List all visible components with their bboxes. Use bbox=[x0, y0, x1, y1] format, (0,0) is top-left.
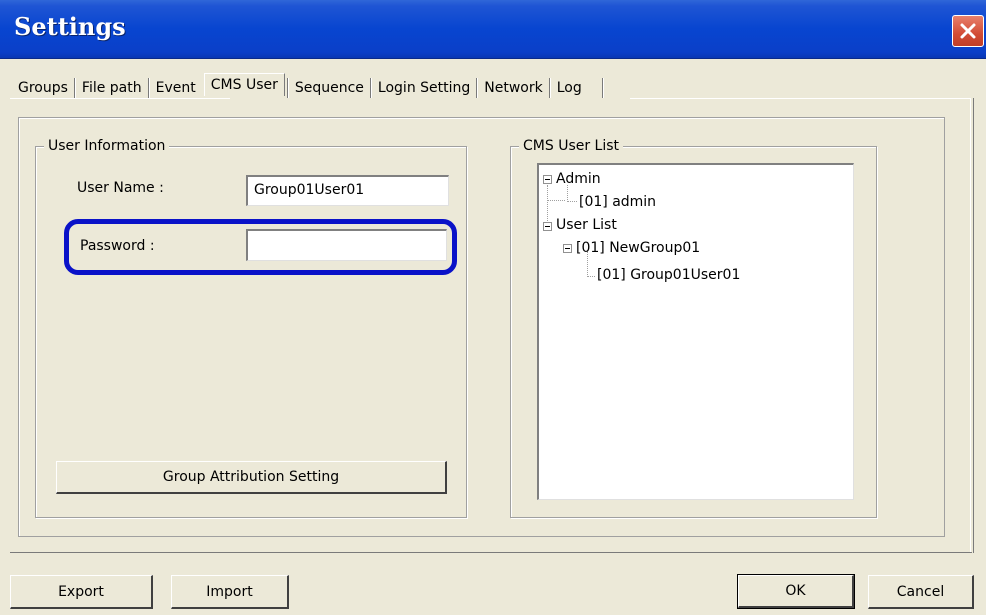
tab-groups[interactable]: Groups bbox=[12, 78, 74, 98]
import-button[interactable]: Import bbox=[171, 575, 289, 609]
tree-node-group01user01[interactable]: [01] Group01User01 bbox=[597, 266, 740, 284]
cancel-button[interactable]: Cancel bbox=[868, 575, 974, 609]
tree-node-user-list[interactable]: User List bbox=[556, 216, 617, 234]
group-attribution-setting-button[interactable]: Group Attribution Setting bbox=[56, 461, 447, 494]
collapse-icon[interactable] bbox=[563, 244, 572, 253]
tree-node-admin[interactable]: Admin bbox=[556, 170, 601, 188]
tab-file-path[interactable]: File path bbox=[76, 78, 148, 98]
tab-network[interactable]: Network bbox=[478, 78, 548, 98]
tab-divider-line bbox=[10, 98, 230, 99]
close-icon bbox=[959, 22, 977, 40]
cms-user-tree[interactable]: Admin [01] admin User List [01] NewGroup… bbox=[537, 163, 854, 500]
password-field[interactable] bbox=[246, 229, 447, 261]
collapse-icon[interactable] bbox=[543, 222, 552, 231]
tab-log[interactable]: Log bbox=[551, 78, 588, 98]
tree-connector bbox=[567, 201, 577, 202]
ok-button[interactable]: OK bbox=[737, 574, 855, 609]
export-button[interactable]: Export bbox=[10, 575, 153, 609]
cms-user-list-legend: CMS User List bbox=[519, 137, 624, 155]
tab-page-border bbox=[970, 98, 974, 553]
tab-divider-line bbox=[630, 98, 970, 99]
tree-connector bbox=[587, 276, 595, 277]
tab-sequence[interactable]: Sequence bbox=[289, 78, 370, 98]
tree-connector bbox=[547, 200, 565, 201]
tab-strip: Groups File path Event CMS User Sequence… bbox=[12, 72, 604, 99]
tab-login-setting[interactable]: Login Setting bbox=[372, 78, 476, 98]
tree-node-newgroup01[interactable]: [01] NewGroup01 bbox=[576, 239, 700, 257]
tab-page-border bbox=[10, 552, 972, 553]
tab-separator bbox=[601, 78, 604, 98]
close-button[interactable] bbox=[952, 15, 984, 47]
collapse-icon[interactable] bbox=[543, 175, 552, 184]
tab-event[interactable]: Event bbox=[150, 78, 202, 98]
window-title: Settings bbox=[14, 12, 126, 41]
title-bar[interactable]: Settings bbox=[0, 0, 986, 59]
user-information-legend: User Information bbox=[44, 137, 170, 155]
tab-cms-user[interactable]: CMS User bbox=[203, 72, 285, 96]
username-label: User Name : bbox=[77, 180, 164, 196]
password-label: Password : bbox=[80, 238, 155, 254]
username-field[interactable]: Group01User01 bbox=[246, 175, 449, 206]
tree-node-admin-user[interactable]: [01] admin bbox=[579, 193, 656, 211]
